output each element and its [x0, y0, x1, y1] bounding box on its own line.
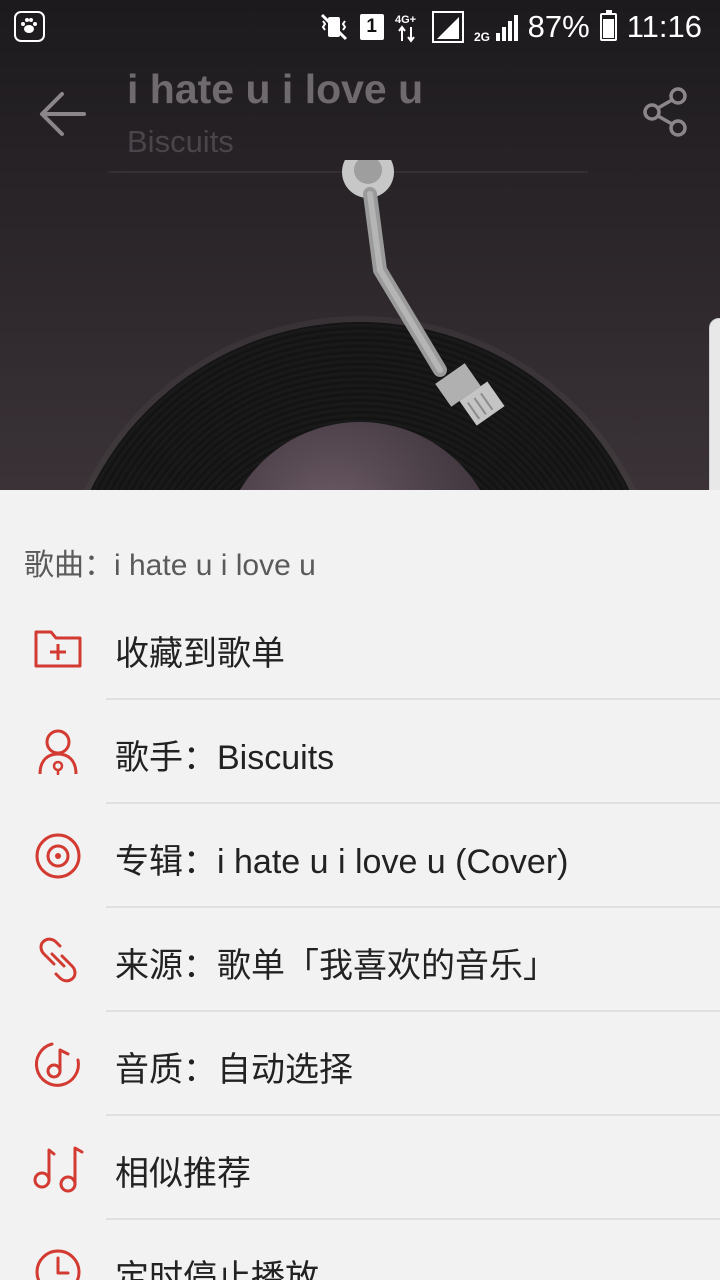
sheet-header: 歌曲：i hate u i love u: [24, 549, 316, 582]
song-title: i hate u i love u: [127, 66, 424, 112]
options-menu: 收藏到歌单 歌手：Biscuits 专辑：i hate u i love u (…: [0, 596, 720, 1280]
2g-signal-icon: 2G: [474, 11, 518, 43]
menu-item-label: 音质：自动选择: [115, 1051, 353, 1089]
menu-item-label: 专辑：i hate u i love u (Cover): [115, 843, 569, 881]
menu-item-label: 来源：歌单「我喜欢的音乐」: [115, 947, 557, 985]
baidu-icon: [14, 11, 45, 42]
song-artist: Biscuits: [127, 124, 234, 159]
menu-item-source[interactable]: 来源：歌单「我喜欢的音乐」: [0, 908, 720, 1012]
music-notes-icon: [33, 1146, 84, 1193]
menu-item-sleep-timer[interactable]: 定时停止播放: [0, 1220, 720, 1280]
svg-text:2G: 2G: [474, 30, 490, 43]
tonearm-icon: [342, 160, 505, 426]
battery-icon: [599, 10, 617, 41]
battery-percent: 87%: [527, 9, 590, 44]
arrow-left-icon: [40, 92, 86, 136]
menu-item-similar[interactable]: 相似推荐: [0, 1116, 720, 1220]
back-button[interactable]: [36, 86, 92, 142]
clock: 11:16: [626, 9, 702, 44]
menu-item-label: 定时停止播放: [115, 1259, 319, 1280]
menu-item-label: 歌手：Biscuits: [115, 739, 335, 777]
menu-item-label: 相似推荐: [115, 1155, 251, 1193]
sound-quality-icon: [34, 1042, 80, 1087]
share-icon: [643, 87, 687, 137]
album-icon: [35, 833, 81, 879]
signal-icon: [431, 11, 464, 43]
sim-1-icon: 1: [359, 14, 384, 40]
song-options-sheet: 歌曲：i hate u i love u 收藏到歌单 歌手：Biscuits 专…: [0, 490, 720, 1280]
singer-icon: [38, 729, 78, 775]
menu-item-add-to-playlist[interactable]: 收藏到歌单: [0, 596, 720, 700]
timer-icon: [35, 1249, 81, 1280]
link-icon: [39, 937, 77, 983]
status-bar: 1 4G+ 2G 87% 11:16: [0, 0, 720, 54]
share-button[interactable]: [640, 86, 692, 138]
folder-add-icon: [34, 630, 82, 668]
vibrate-mute-icon: [318, 12, 350, 42]
player-background: 1 4G+ 2G 87% 11:16 i hate u i love u Bis…: [0, 0, 720, 490]
menu-item-artist[interactable]: 歌手：Biscuits: [0, 700, 720, 804]
menu-item-album[interactable]: 专辑：i hate u i love u (Cover): [0, 804, 720, 908]
svg-text:4G+: 4G+: [395, 14, 416, 26]
menu-item-label: 收藏到歌单: [115, 635, 285, 673]
menu-item-sound-quality[interactable]: 音质：自动选择: [0, 1012, 720, 1116]
4g-data-icon: 4G+: [394, 11, 422, 43]
